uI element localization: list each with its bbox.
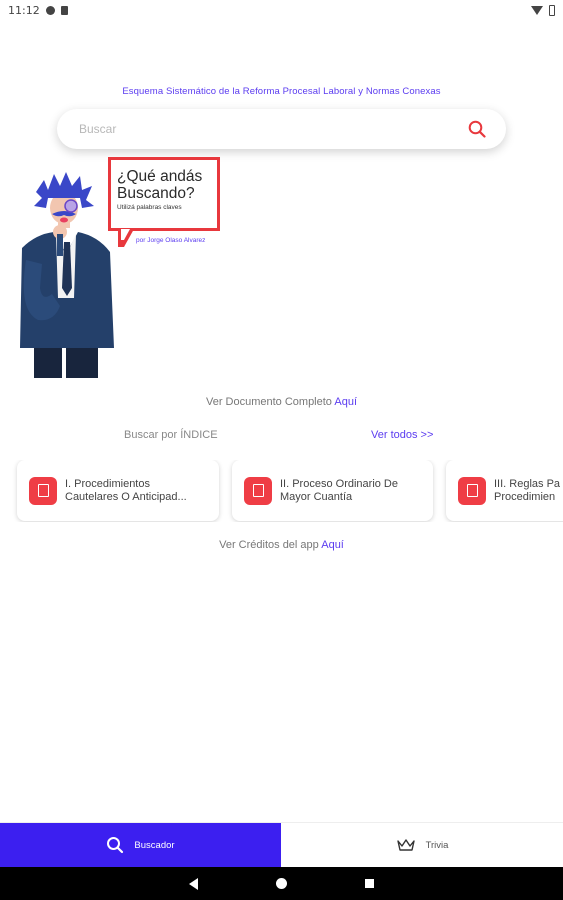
- index-cards-carousel[interactable]: I. Procedimientos Cautelares O Anticipad…: [0, 460, 563, 522]
- thinking-character-illustration: [20, 172, 114, 378]
- full-document-line: Ver Documento Completo Aquí: [0, 396, 563, 408]
- status-time: 11:12: [8, 3, 40, 17]
- index-card[interactable]: I. Procedimientos Cautelares O Anticipad…: [17, 460, 219, 521]
- bubble-hint: Utilizá palabras claves: [117, 204, 182, 211]
- battery-icon: [549, 4, 555, 16]
- see-all-link[interactable]: Ver todos >>: [371, 429, 433, 441]
- status-bar: 11:12: [0, 0, 563, 20]
- index-card-title: II. Proceso Ordinario De Mayor Cuantía: [280, 477, 398, 503]
- index-card[interactable]: II. Proceso Ordinario De Mayor Cuantía: [232, 460, 433, 521]
- credits-text: Ver Créditos del app: [219, 539, 322, 551]
- book-icon: [244, 476, 272, 505]
- recents-icon: [365, 879, 374, 888]
- wifi-icon: [531, 5, 543, 15]
- author-credit: por Jorge Olaso Alvarez: [136, 237, 206, 244]
- bubble-title-line2: Buscando?: [117, 185, 195, 202]
- back-icon: [189, 877, 198, 890]
- speech-bubble: ¿Qué andás Buscando? Utilizá palabras cl…: [108, 157, 220, 231]
- speech-bubble-tail-inner: [121, 229, 130, 240]
- sd-card-icon: [60, 5, 68, 15]
- notification-icon: [45, 5, 55, 15]
- crown-icon: [396, 839, 415, 851]
- nav-tab-buscador[interactable]: Buscador: [0, 823, 281, 867]
- full-document-link[interactable]: Aquí: [334, 396, 357, 408]
- home-icon: [276, 878, 287, 889]
- book-icon: [29, 476, 57, 505]
- index-label: Buscar por ÍNDICE: [124, 429, 218, 441]
- search-icon: [468, 120, 486, 138]
- credits-link[interactable]: Aquí: [321, 539, 344, 551]
- full-document-text: Ver Documento Completo: [205, 396, 335, 408]
- index-card[interactable]: III. Reglas Pa Procedimien: [446, 460, 563, 521]
- search-bar: [57, 109, 506, 149]
- back-button[interactable]: [189, 877, 198, 890]
- recents-button[interactable]: [365, 879, 374, 888]
- bubble-title-line1: ¿Qué andás: [117, 168, 203, 185]
- search-button[interactable]: [466, 118, 488, 140]
- search-icon: [107, 837, 124, 854]
- nav-tab-label: Trivia: [425, 839, 449, 851]
- bottom-navigation: Buscador Trivia: [0, 822, 563, 867]
- home-button[interactable]: [276, 878, 287, 889]
- credits-line: Ver Créditos del app Aquí: [0, 539, 563, 551]
- book-icon: [458, 476, 486, 505]
- nav-tab-trivia[interactable]: Trivia: [281, 823, 563, 867]
- index-card-title: III. Reglas Pa Procedimien: [494, 477, 561, 503]
- index-card-title: I. Procedimientos Cautelares O Anticipad…: [65, 477, 187, 503]
- nav-tab-label: Buscador: [134, 839, 175, 851]
- search-input[interactable]: [79, 122, 466, 136]
- system-navigation-bar: [0, 867, 563, 900]
- app-subtitle: Esquema Sistemático de la Reforma Proces…: [122, 86, 441, 97]
